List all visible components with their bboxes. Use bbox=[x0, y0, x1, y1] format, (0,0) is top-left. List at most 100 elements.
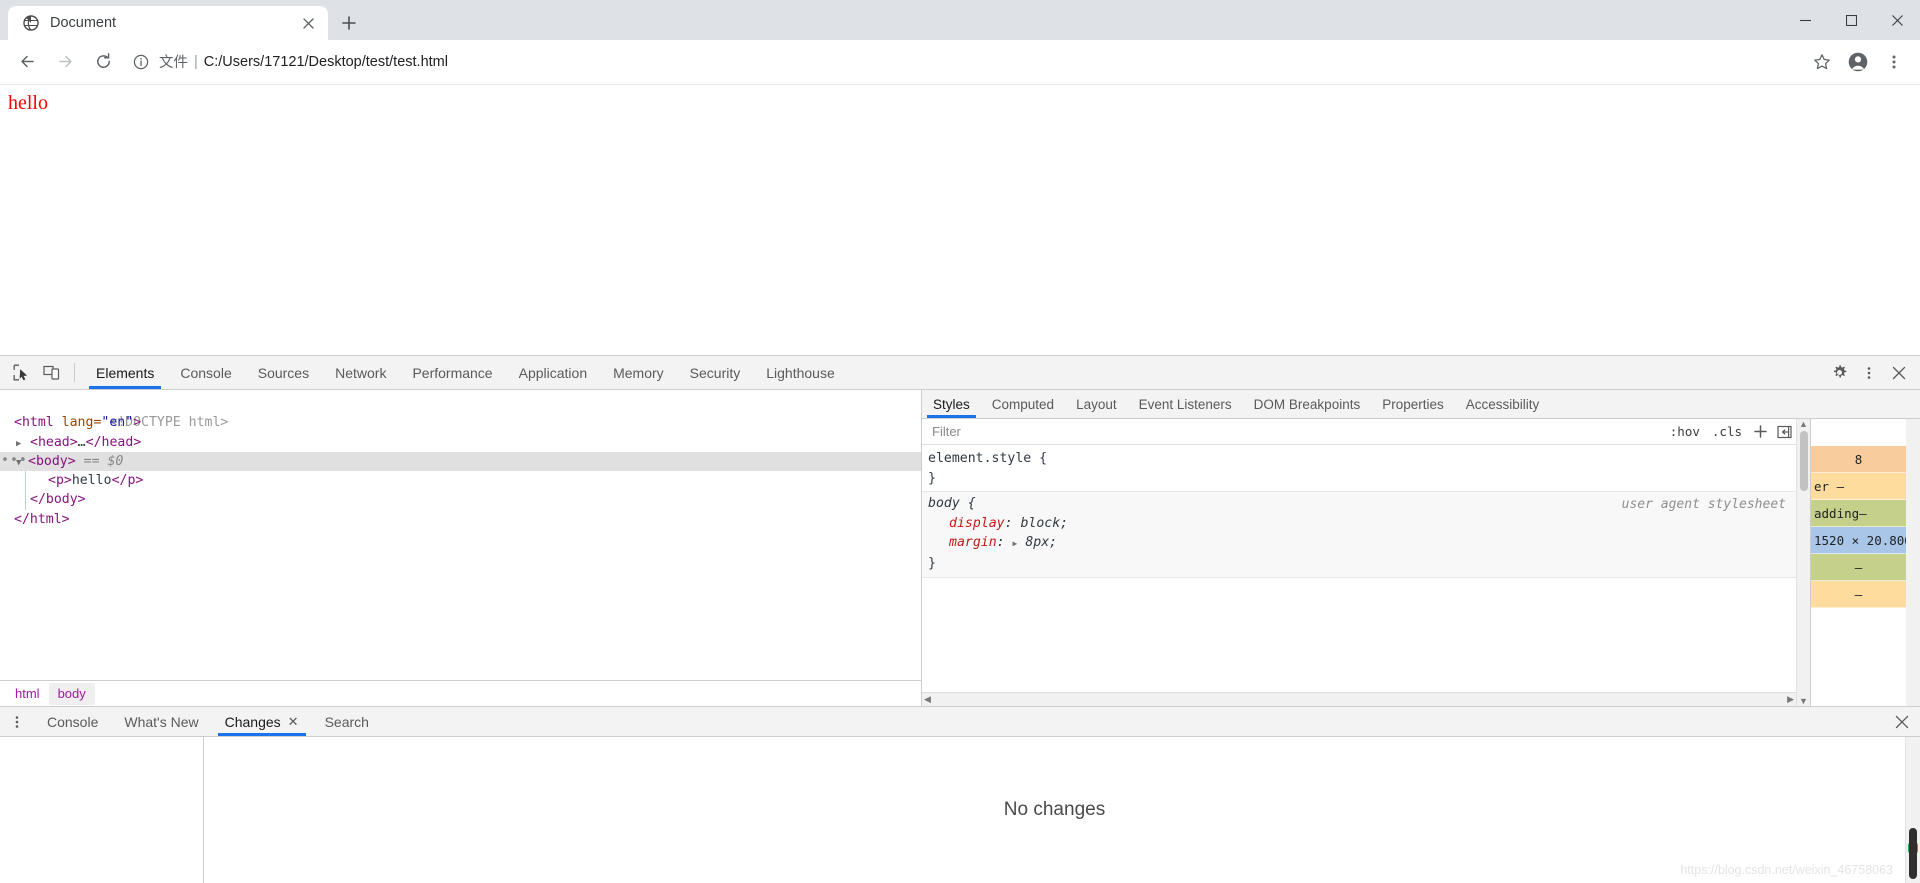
tag-body-close: body bbox=[45, 492, 78, 508]
browser-toolbar: 文件 | C:/Users/17121/Desktop/test/test.ht… bbox=[0, 40, 1920, 84]
drawer-close-icon[interactable] bbox=[1884, 707, 1920, 736]
devtools-tab-security[interactable]: Security bbox=[677, 356, 754, 389]
hov-toggle-button[interactable]: :hov bbox=[1664, 423, 1706, 440]
box-model-padding-bottom[interactable]: – bbox=[1811, 554, 1906, 581]
drawer-tab-whats-new[interactable]: What's New bbox=[111, 707, 211, 736]
print-media-icon[interactable] bbox=[1772, 421, 1796, 443]
back-button[interactable] bbox=[10, 45, 44, 79]
attr-lang-value: "en" bbox=[101, 415, 134, 431]
box-model-border-bottom[interactable]: – bbox=[1811, 581, 1906, 608]
close-icon[interactable]: ✕ bbox=[288, 714, 299, 730]
styles-horizontal-scrollbar[interactable]: ◀ ▶ bbox=[922, 692, 1796, 706]
sidebar-tab-event-listeners[interactable]: Event Listeners bbox=[1128, 390, 1243, 418]
dom-tree-pane: <!DOCTYPE html> <html lang="en"> <head>…… bbox=[0, 390, 922, 706]
breadcrumb-item-body[interactable]: body bbox=[48, 682, 95, 705]
style-rule-origin: user agent stylesheet bbox=[1621, 497, 1786, 513]
changes-file-list[interactable] bbox=[0, 737, 204, 883]
scroll-right-arrow-icon[interactable]: ▶ bbox=[1787, 695, 1794, 704]
declaration-value[interactable]: 8px; bbox=[1025, 535, 1057, 550]
scrollbar-thumb[interactable] bbox=[1909, 827, 1917, 879]
dom-line-html-open[interactable]: <html lang="en"> bbox=[0, 413, 921, 432]
breadcrumb-item-html[interactable]: html bbox=[6, 683, 49, 705]
inspect-element-icon[interactable] bbox=[6, 356, 36, 389]
scroll-down-arrow-icon[interactable]: ▼ bbox=[1799, 696, 1808, 706]
dom-line-p-hello[interactable]: <p>hello</p> bbox=[0, 471, 921, 491]
window-controls bbox=[1782, 0, 1920, 40]
minimize-button[interactable] bbox=[1782, 0, 1828, 40]
box-model-padding[interactable]: adding– bbox=[1811, 500, 1906, 527]
tag-head: head bbox=[37, 434, 70, 450]
drawer-tab-console[interactable]: Console bbox=[34, 707, 111, 736]
declaration-name: margin bbox=[949, 535, 997, 551]
address-bar[interactable]: 文件 | C:/Users/17121/Desktop/test/test.ht… bbox=[132, 47, 1796, 77]
box-model-scrollbar[interactable] bbox=[1906, 419, 1920, 706]
maximize-button[interactable] bbox=[1828, 0, 1874, 40]
style-rule-selector[interactable]: element.style { bbox=[928, 449, 1796, 469]
device-toolbar-icon[interactable] bbox=[36, 356, 66, 389]
window-close-button[interactable] bbox=[1874, 0, 1920, 40]
reload-button[interactable] bbox=[86, 45, 120, 79]
devtools-panel: Elements Console Sources Network Perform… bbox=[0, 355, 1920, 883]
gear-icon[interactable] bbox=[1824, 356, 1854, 390]
page-hello-text: hello bbox=[8, 92, 48, 114]
devtools-tab-console[interactable]: Console bbox=[167, 356, 244, 389]
devtools-tab-sources[interactable]: Sources bbox=[245, 356, 322, 389]
toolbar-divider bbox=[74, 363, 75, 382]
devtools-tab-elements[interactable]: Elements bbox=[83, 356, 167, 389]
tag-p: p bbox=[55, 473, 64, 489]
address-separator: | bbox=[194, 53, 198, 70]
style-rule-body[interactable]: user agent stylesheet body { display: bl… bbox=[922, 491, 1796, 578]
new-tab-button[interactable] bbox=[332, 6, 366, 40]
cls-toggle-button[interactable]: .cls bbox=[1706, 423, 1748, 440]
styles-filter-row: :hov .cls bbox=[922, 419, 1796, 445]
browser-tab[interactable]: Document bbox=[8, 6, 328, 40]
devtools-tab-memory[interactable]: Memory bbox=[600, 356, 677, 389]
drawer-tab-search[interactable]: Search bbox=[312, 707, 382, 736]
scroll-up-arrow-icon[interactable]: ▲ bbox=[1799, 419, 1808, 429]
dom-line-body-open[interactable]: •••<body> == $0 bbox=[0, 451, 921, 473]
kebab-menu-icon[interactable] bbox=[1854, 356, 1884, 390]
declaration-value[interactable]: block; bbox=[1020, 516, 1068, 531]
style-declaration-margin[interactable]: margin: ▶ 8px; bbox=[928, 533, 1796, 554]
dom-line-head[interactable]: <head>…</head> bbox=[0, 433, 921, 452]
avatar-icon[interactable] bbox=[1842, 46, 1874, 78]
scrollbar-thumb[interactable] bbox=[1799, 431, 1808, 491]
style-rule-element-style[interactable]: element.style { } bbox=[922, 447, 1796, 491]
drawer-tab-changes[interactable]: Changes ✕ bbox=[212, 707, 312, 736]
devtools-tab-lighthouse[interactable]: Lighthouse bbox=[753, 356, 848, 389]
scroll-left-arrow-icon[interactable]: ◀ bbox=[924, 695, 931, 704]
sidebar-tab-styles[interactable]: Styles bbox=[922, 390, 981, 418]
drawer-tab-list: Console What's New Changes ✕ Search bbox=[0, 707, 1920, 737]
forward-button[interactable] bbox=[48, 45, 82, 79]
dom-line-body-close[interactable]: </body> bbox=[0, 490, 921, 510]
box-model-margin-top[interactable]: 8 bbox=[1811, 446, 1906, 473]
devtools-close-icon[interactable] bbox=[1884, 356, 1914, 390]
box-model-content-size[interactable]: 1520 × 20.800 bbox=[1811, 527, 1906, 554]
address-url-text: C:/Users/17121/Desktop/test/test.html bbox=[203, 53, 448, 70]
breadcrumb: html body bbox=[0, 680, 921, 706]
info-circle-icon[interactable] bbox=[132, 53, 150, 71]
close-icon[interactable] bbox=[298, 13, 318, 33]
star-icon[interactable] bbox=[1806, 46, 1838, 78]
chevron-down-icon[interactable] bbox=[16, 452, 25, 473]
kebab-menu-icon[interactable] bbox=[1878, 46, 1910, 78]
dom-line-doctype[interactable]: <!DOCTYPE html> bbox=[0, 394, 921, 430]
devtools-tab-network[interactable]: Network bbox=[322, 356, 399, 389]
devtools-tab-performance[interactable]: Performance bbox=[399, 356, 505, 389]
sidebar-tab-computed[interactable]: Computed bbox=[981, 390, 1065, 418]
dom-line-html-close[interactable]: </html> bbox=[0, 510, 921, 529]
drawer-kebab-menu-icon[interactable] bbox=[0, 707, 34, 736]
sidebar-tab-dom-breakpoints[interactable]: DOM Breakpoints bbox=[1243, 390, 1372, 418]
devtools-main-split: <!DOCTYPE html> <html lang="en"> <head>…… bbox=[0, 390, 1920, 706]
devtools-tab-application[interactable]: Application bbox=[506, 356, 601, 389]
sidebar-tab-layout[interactable]: Layout bbox=[1065, 390, 1128, 418]
dom-tree[interactable]: <!DOCTYPE html> <html lang="en"> <head>…… bbox=[0, 390, 921, 680]
filter-input[interactable] bbox=[930, 423, 1664, 440]
plus-icon[interactable] bbox=[1748, 421, 1772, 443]
sidebar-tab-accessibility[interactable]: Accessibility bbox=[1455, 390, 1551, 418]
sidebar-tab-properties[interactable]: Properties bbox=[1371, 390, 1455, 418]
style-declaration-display[interactable]: display: block; bbox=[928, 514, 1796, 534]
styles-vertical-scrollbar[interactable]: ▲ ▼ bbox=[1796, 419, 1810, 706]
drawer-vertical-scrollbar[interactable] bbox=[1905, 737, 1920, 883]
box-model-border[interactable]: er – bbox=[1811, 473, 1906, 500]
